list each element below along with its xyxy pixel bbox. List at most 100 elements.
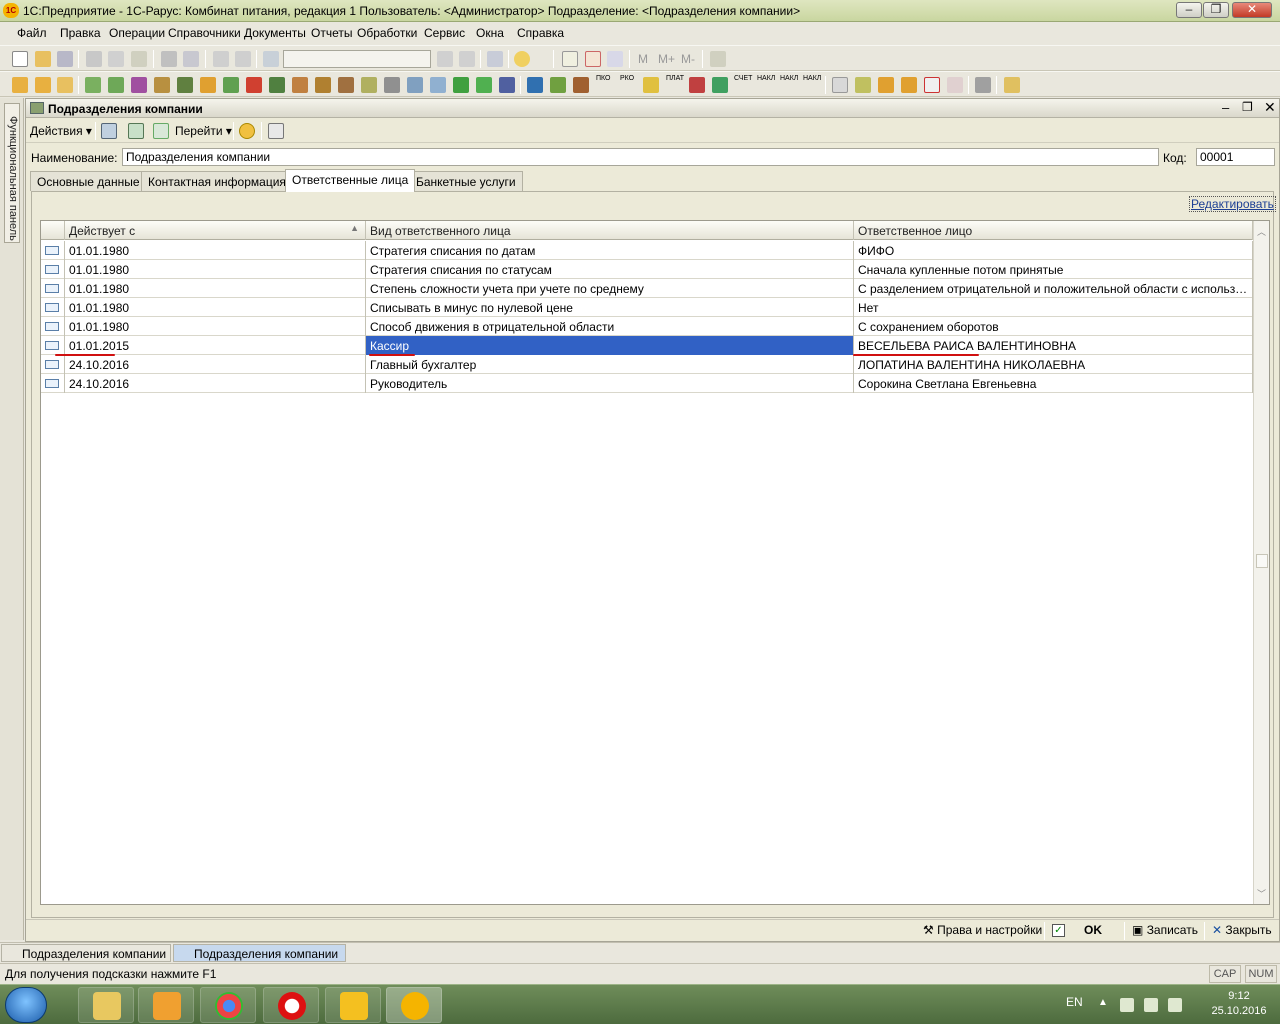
cell-date[interactable]: 01.01.1980 xyxy=(65,317,366,336)
help-icon[interactable] xyxy=(239,123,255,139)
action-center-icon[interactable] xyxy=(1144,998,1158,1012)
payment-button[interactable]: ПЛАТ xyxy=(666,75,684,82)
tab-banquet-services[interactable]: Банкетные услуги xyxy=(409,171,523,191)
scroll-thumb[interactable] xyxy=(1256,554,1268,568)
header-responsible-kind[interactable]: Вид ответственного лица xyxy=(366,221,854,240)
waybill-out-button[interactable]: НАКЛ xyxy=(780,75,798,82)
cell-kind[interactable]: Списывать в минус по нулевой цене xyxy=(366,298,854,317)
table-row[interactable]: 24.10.2016 Главный бухгалтер ЛОПАТИНА ВА… xyxy=(41,355,1253,374)
menu-processing[interactable]: Обработки xyxy=(357,26,417,40)
tab-contact-info[interactable]: Контактная информация xyxy=(141,171,293,191)
arm-icon[interactable] xyxy=(12,77,28,93)
tools-icon[interactable] xyxy=(710,51,726,67)
table-scrollbar[interactable]: ︿ ﹀ xyxy=(1253,221,1269,904)
users-icon[interactable] xyxy=(607,51,623,67)
dishes-icon[interactable] xyxy=(154,77,170,93)
price-icon[interactable] xyxy=(246,77,262,93)
taskbar-chrome[interactable] xyxy=(200,987,256,1023)
taskbar-1c-enterprise[interactable] xyxy=(386,987,442,1023)
menu-plan-icon[interactable] xyxy=(57,77,73,93)
table-row[interactable]: 24.10.2016 Руководитель Сорокина Светлан… xyxy=(41,374,1253,393)
search-next-icon[interactable] xyxy=(437,51,453,67)
close-form-button[interactable]: ✕ Закрыть xyxy=(1212,923,1272,937)
recipes-icon[interactable] xyxy=(177,77,193,93)
waybill-in-button[interactable]: НАКЛ xyxy=(757,75,775,82)
windows-icon[interactable] xyxy=(487,51,503,67)
copy-item-icon[interactable] xyxy=(153,123,169,139)
cell-person[interactable]: ФИФО xyxy=(854,241,1253,260)
cell-date[interactable]: 24.10.2016 xyxy=(65,374,366,393)
scroll-down-icon[interactable]: ﹀ xyxy=(1257,887,1266,900)
menu-documents[interactable]: Документы xyxy=(244,26,306,40)
pdf-icon[interactable] xyxy=(947,77,963,93)
list-settings-icon[interactable] xyxy=(268,123,284,139)
menu-operations[interactable]: Операции xyxy=(109,26,165,40)
money-icon[interactable] xyxy=(901,77,917,93)
scroll-up-icon[interactable]: ︿ xyxy=(1257,225,1266,238)
cell-date[interactable]: 01.01.1980 xyxy=(65,260,366,279)
cell-date[interactable]: 01.01.1980 xyxy=(65,279,366,298)
table-row[interactable]: 01.01.1980 Стратегия списания по датам Ф… xyxy=(41,241,1253,260)
report3-icon[interactable] xyxy=(453,77,469,93)
window-tab-1[interactable]: Подразделения компании xyxy=(1,944,171,962)
table-row[interactable]: 01.01.1980 Стратегия списания по статуса… xyxy=(41,260,1253,279)
save-icon[interactable] xyxy=(57,51,73,67)
ok-button[interactable]: OK xyxy=(1084,923,1102,937)
contractor-icon[interactable] xyxy=(200,77,216,93)
chart-icon[interactable] xyxy=(855,77,871,93)
calendar-icon[interactable] xyxy=(585,51,601,67)
save-button[interactable]: ▣ Записать xyxy=(1132,923,1198,937)
invoice-button[interactable]: СЧЕТ xyxy=(734,75,752,82)
find-icon[interactable] xyxy=(263,51,279,67)
taskbar-media-player[interactable] xyxy=(138,987,194,1023)
report1-icon[interactable] xyxy=(407,77,423,93)
cell-person[interactable]: ВЕСЕЛЬЕВА РАИСА ВАЛЕНТИНОВНА xyxy=(854,336,1253,355)
show-hidden-icons[interactable]: ▲ xyxy=(1098,997,1108,1008)
print-icon[interactable] xyxy=(161,51,177,67)
actions-menu-button[interactable]: Действия ▾ xyxy=(30,124,92,138)
menu-service[interactable]: Сервис xyxy=(424,26,465,40)
cell-date[interactable]: 24.10.2016 xyxy=(65,355,366,374)
clock[interactable]: 9:12 25.10.2016 xyxy=(1206,989,1272,1019)
paste-icon[interactable] xyxy=(131,51,147,67)
memory-add-button[interactable]: M+ xyxy=(658,52,675,66)
cell-person[interactable]: ЛОПАТИНА ВАЛЕНТИНА НИКОЛАЕВНА xyxy=(854,355,1253,374)
medical-icon[interactable] xyxy=(924,77,940,93)
transfer-icon[interactable] xyxy=(573,77,589,93)
taskbar-explorer[interactable] xyxy=(78,987,134,1023)
calculator-icon[interactable] xyxy=(562,51,578,67)
doc-minimize-button[interactable]: ‒ xyxy=(1222,100,1229,115)
volume-icon[interactable] xyxy=(1168,998,1182,1012)
tab-main-data[interactable]: Основные данные xyxy=(30,171,147,191)
exchange-icon[interactable] xyxy=(689,77,705,93)
undo-icon[interactable] xyxy=(213,51,229,67)
cell-person[interactable]: Сорокина Светлана Евгеньевна xyxy=(854,374,1253,393)
goods-icon[interactable] xyxy=(108,77,124,93)
cell-date[interactable]: 01.01.1980 xyxy=(65,298,366,317)
table-row-selected[interactable]: 01.01.2015 Кассир ВЕСЕЛЬЕВА РАИСА ВАЛЕНТ… xyxy=(41,336,1253,355)
cell-date[interactable]: 01.01.1980 xyxy=(65,241,366,260)
cut-icon[interactable] xyxy=(86,51,102,67)
cashbox-icon[interactable] xyxy=(269,77,285,93)
taskbar-1c-launcher[interactable] xyxy=(325,987,381,1023)
name-field[interactable]: Подразделения компании xyxy=(122,148,1159,166)
receipt-icon[interactable] xyxy=(643,77,659,93)
extra-icon[interactable] xyxy=(1004,77,1020,93)
refresh-icon[interactable] xyxy=(128,123,144,139)
cell-kind-selected[interactable]: Кассир xyxy=(366,336,854,355)
print-preview-icon[interactable] xyxy=(183,51,199,67)
cell-kind[interactable]: Степень сложности учета при учете по сре… xyxy=(366,279,854,298)
edit-link[interactable]: Редактировать xyxy=(1189,196,1276,212)
cell-kind[interactable]: Стратегия списания по датам xyxy=(366,241,854,260)
taskbar-opera[interactable] xyxy=(263,987,319,1023)
clients-icon[interactable] xyxy=(338,77,354,93)
rights-settings-button[interactable]: ⚒ Права и настройки xyxy=(923,923,1042,937)
maximize-button[interactable]: ❐ xyxy=(1203,2,1229,18)
menu-help[interactable]: Справка xyxy=(517,26,564,40)
search-combo[interactable] xyxy=(283,50,431,68)
bar-chart-icon[interactable] xyxy=(878,77,894,93)
header-responsible-person[interactable]: Ответственное лицо xyxy=(854,221,1253,240)
distribution-icon[interactable] xyxy=(712,77,728,93)
order-icon[interactable] xyxy=(35,77,51,93)
cell-kind[interactable]: Способ движения в отрицательной области xyxy=(366,317,854,336)
